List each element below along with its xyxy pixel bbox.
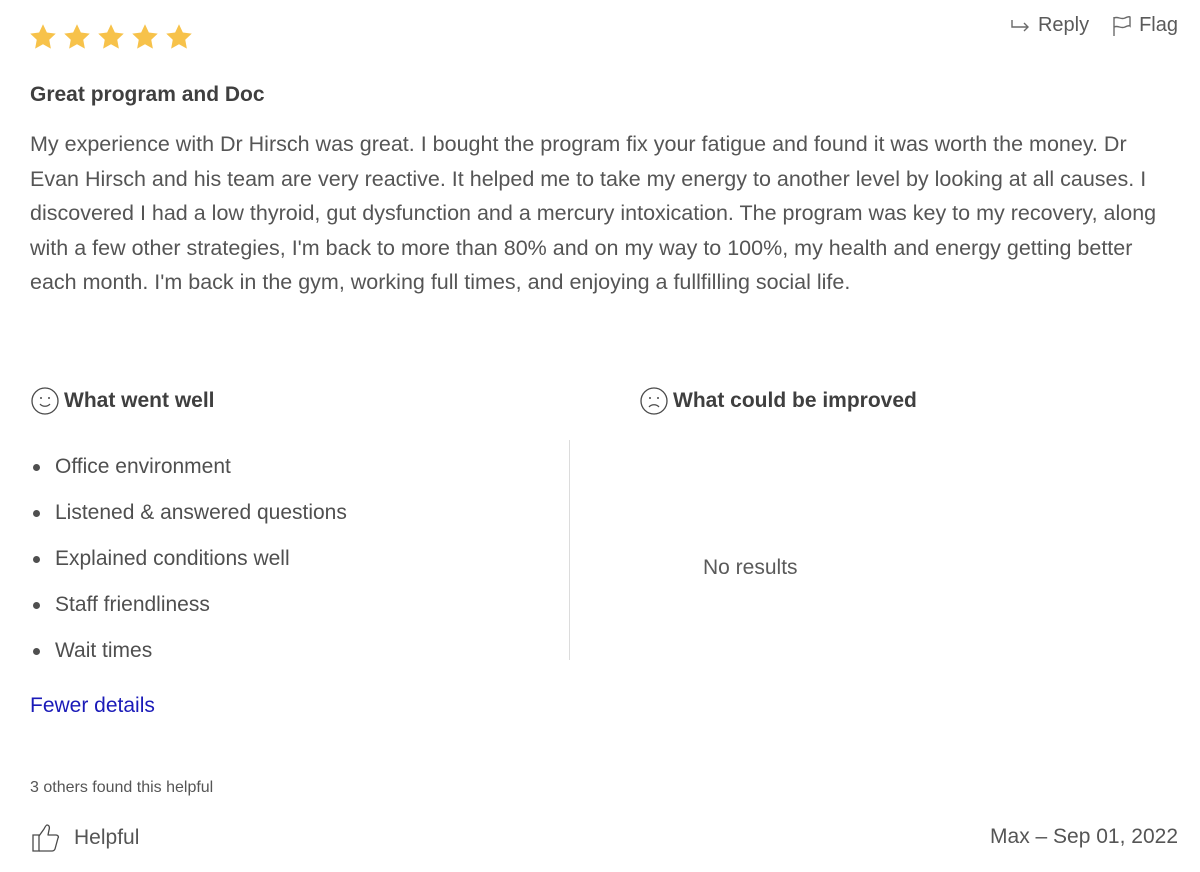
author-date: Max – Sep 01, 2022: [990, 825, 1178, 848]
list-item: Staff friendliness: [33, 582, 347, 628]
star-icon: [166, 24, 192, 49]
helpful-count-text: 3 others found this helpful: [30, 779, 214, 796]
review-body: My experience with Dr Hirsch was great. …: [30, 132, 1157, 294]
bullet: [33, 509, 40, 517]
star-rating: [28, 22, 194, 52]
list-item-label: Staff friendliness: [55, 593, 210, 616]
reply-button[interactable]: Reply: [1010, 14, 1089, 37]
helpful-button[interactable]: Helpful: [30, 822, 139, 854]
star-icon: [132, 24, 158, 49]
flag-button[interactable]: Flag: [1111, 14, 1178, 37]
review-actions: Reply Flag: [1010, 14, 1178, 37]
list-item: Office environment: [33, 444, 347, 490]
went-well-list: Office environment Listened & answered q…: [33, 444, 347, 674]
list-item: Wait times: [33, 628, 347, 674]
no-results-text: No results: [703, 556, 798, 579]
bullet: [33, 555, 40, 563]
smiley-face-icon: [31, 387, 59, 415]
review-title: Great program and Doc: [30, 83, 265, 106]
went-well-heading: What went well: [30, 386, 215, 416]
list-item-label: Listened & answered questions: [55, 501, 347, 524]
star-icon: [30, 24, 56, 49]
star-icon: [98, 24, 124, 49]
list-item-label: Wait times: [55, 639, 153, 662]
helpful-label: Helpful: [74, 826, 140, 849]
list-item-label: Explained conditions well: [55, 547, 290, 570]
column-divider: [569, 440, 570, 660]
list-item: Listened & answered questions: [33, 490, 347, 536]
reply-label: Reply: [1037, 14, 1090, 36]
fewer-details-link[interactable]: Fewer details: [30, 694, 155, 718]
star-icon: [64, 24, 90, 49]
went-well-label: What went well: [64, 389, 215, 412]
flag-icon: [1113, 15, 1131, 36]
bullet: [33, 601, 40, 609]
bullet: [33, 463, 40, 471]
reply-arrow-icon: [1011, 19, 1029, 31]
list-item-label: Office environment: [55, 455, 231, 478]
bullet: [33, 647, 40, 655]
sad-face-icon: [640, 387, 668, 415]
flag-label: Flag: [1139, 14, 1178, 36]
list-item: Explained conditions well: [33, 536, 347, 582]
thumbs-up-icon: [32, 824, 60, 852]
improved-heading: What could be improved: [639, 386, 917, 416]
improved-label: What could be improved: [673, 389, 917, 412]
